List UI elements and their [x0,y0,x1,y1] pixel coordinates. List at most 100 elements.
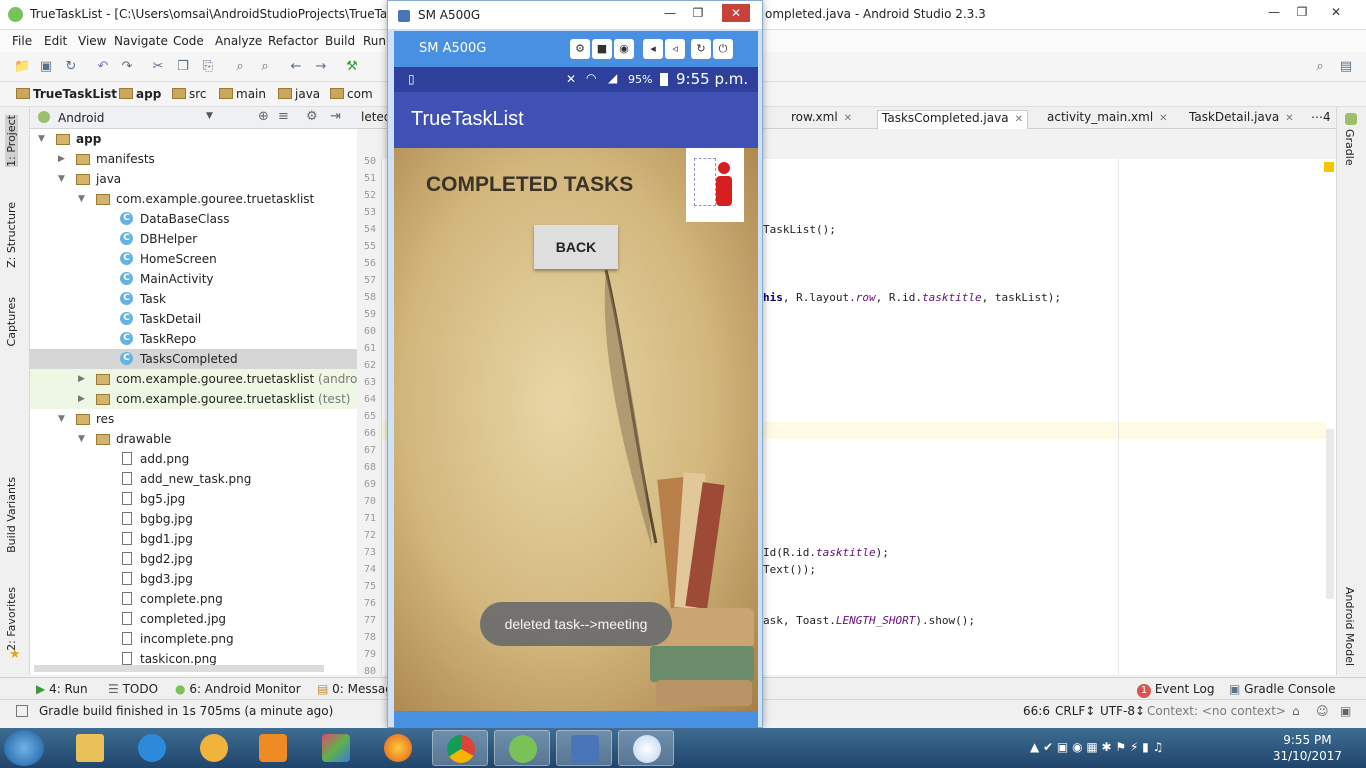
close-tab-icon[interactable]: ✕ [1285,113,1293,124]
rotate-icon[interactable]: ↻ [691,39,711,59]
save-icon[interactable]: ▣ [38,59,54,75]
menu-build[interactable]: Build [325,34,355,48]
hide-icon[interactable]: ⇥ [330,109,341,124]
tab-favorites[interactable]: 2: Favorites [5,587,18,651]
tree-item[interactable]: bgd3.jpg [30,569,357,589]
tree-item[interactable]: ▼ java [30,169,357,189]
tree-item[interactable]: complete.png [30,589,357,609]
tab-structure[interactable]: Z: Structure [5,202,18,268]
breadcrumb-item[interactable]: com [330,87,373,101]
redo-icon[interactable]: ↷ [119,59,135,75]
minimize-button[interactable]: — [1260,3,1288,21]
tree-item[interactable]: C Task [30,289,357,309]
tree-item[interactable]: ▼ app [30,129,357,149]
tree-item[interactable]: C MainActivity [30,269,357,289]
editor-scrollbar[interactable] [1326,429,1334,599]
project-view-select[interactable]: Android [58,111,104,125]
editor-tab[interactable]: TasksCompleted.java ✕ [877,110,1028,129]
tree-item[interactable]: incomplete.png [30,629,357,649]
code-line[interactable]: TaskList(); [763,223,836,236]
collapsed-arrow-icon[interactable]: ▶ [58,149,65,169]
tab-project[interactable]: 1: Project [5,115,18,167]
maximize-button[interactable]: ❐ [1288,3,1316,21]
back-arrow-icon[interactable]: ← [288,59,304,75]
tree-item[interactable]: C HomeScreen [30,249,357,269]
sync-icon[interactable]: ↻ [63,59,79,75]
taskbar-clock[interactable]: 9:55 PM 31/10/2017 [1273,732,1342,764]
line-separator[interactable]: CRLF↕ [1055,704,1095,718]
caret-position[interactable]: 66:6 [1023,704,1050,718]
taskbar-paint-net[interactable] [308,730,364,766]
tab-android-monitor[interactable]: ● 6: Android Monitor [175,682,301,696]
gear-icon[interactable]: ⚙ [570,39,590,59]
taskbar-explorer[interactable] [62,730,118,766]
collapse-icon[interactable]: ≡ [278,109,289,124]
chevron-down-icon[interactable]: ▼ [206,111,213,121]
tree-item[interactable]: add_new_task.png [30,469,357,489]
tray-icons[interactable]: ▲ ✔ ▣ ◉ ▦ ✱ ⚑ ⚡ ▮ ♫ [1030,740,1163,754]
volume-up-icon[interactable]: ◃ [665,39,685,59]
taskbar-media-player[interactable] [245,730,301,766]
editor-tab[interactable]: row.xml ✕ [787,110,856,129]
taskbar-internet-explorer[interactable] [124,730,180,766]
editor-tab[interactable]: activity_main.xml ✕ [1043,110,1172,129]
cut-icon[interactable]: ✂ [150,59,166,75]
tree-item[interactable]: completed.jpg [30,609,357,629]
lock-icon[interactable]: ⌂ [1292,704,1300,718]
breadcrumb-item[interactable]: main [219,87,266,101]
paste-icon[interactable]: ⎘ [200,59,216,75]
taskbar-android-studio[interactable] [494,730,550,766]
tree-item[interactable]: C DBHelper [30,229,357,249]
close-button[interactable]: ✕ [1322,3,1350,21]
code-line[interactable]: Text()); [763,563,816,576]
tree-item[interactable]: bgbg.jpg [30,509,357,529]
tree-item[interactable]: ▼ res [30,409,357,429]
taskbar-favorites[interactable] [186,730,242,766]
close-tab-icon[interactable]: ✕ [844,113,852,124]
start-button[interactable] [4,730,44,766]
replace-icon[interactable]: ⌕ [257,59,273,75]
notifications-icon[interactable]: ▣ [1340,704,1351,718]
code-line[interactable]: his, R.layout.row, R.id.tasktitle, taskL… [763,291,1061,304]
copy-icon[interactable]: ❐ [175,59,191,75]
expanded-arrow-icon[interactable]: ▼ [78,429,85,449]
tree-item[interactable]: ▶ com.example.gouree.truetasklist (test) [30,389,357,409]
editor-tab[interactable]: TaskDetail.java ✕ [1185,110,1298,129]
power-icon[interactable]: ⏻ [713,39,733,59]
volume-down-icon[interactable]: ◂ [643,39,663,59]
expanded-arrow-icon[interactable]: ▼ [58,409,65,429]
emulator-maximize-button[interactable]: ❐ [684,4,712,22]
settings-icon[interactable]: ▤ [1338,59,1354,75]
breadcrumb-item[interactable]: TrueTaskList [16,87,117,101]
taskbar-paint[interactable] [618,730,674,766]
tree-item[interactable]: ▶ com.example.gouree.truetasklist (androi… [30,369,357,389]
tab-messages[interactable]: ▤ 0: Messag [317,682,387,696]
tree-scrollbar[interactable] [34,665,324,672]
menu-edit[interactable]: Edit [44,34,67,48]
code-line[interactable]: Id(R.id.tasktitle); [763,546,889,559]
camera-icon[interactable]: ◉ [614,39,634,59]
tree-item[interactable]: bgd2.jpg [30,549,357,569]
tree-item[interactable]: bg5.jpg [30,489,357,509]
editor-tab[interactable]: ⋯4 [1307,110,1335,129]
open-folder-icon[interactable]: 📁 [14,59,30,75]
tree-item[interactable]: C DataBaseClass [30,209,357,229]
tree-item[interactable]: add.png [30,449,357,469]
taskbar-firefox[interactable] [370,730,426,766]
expanded-arrow-icon[interactable]: ▼ [38,129,45,149]
file-encoding[interactable]: UTF-8↕ [1100,704,1145,718]
make-project-icon[interactable]: ⚒ [344,59,360,75]
tree-item[interactable]: C TaskDetail [30,309,357,329]
tree-item[interactable]: ▼ drawable [30,429,357,449]
expanded-arrow-icon[interactable]: ▼ [58,169,65,189]
gear-icon[interactable]: ⚙ [306,109,318,124]
emulator-close-button[interactable]: ✕ [722,4,750,22]
tree-item[interactable]: ▼ com.example.gouree.truetasklist [30,189,357,209]
emulator-minimize-button[interactable]: — [656,4,684,22]
menu-view[interactable]: View [78,34,106,48]
tab-android-model[interactable]: Android Model [1343,587,1356,666]
find-icon[interactable]: ⌕ [232,59,248,75]
collapsed-arrow-icon[interactable]: ▶ [78,389,85,409]
tab-run[interactable]: ▶ 4: Run [36,682,88,696]
forward-arrow-icon[interactable]: → [313,59,329,75]
